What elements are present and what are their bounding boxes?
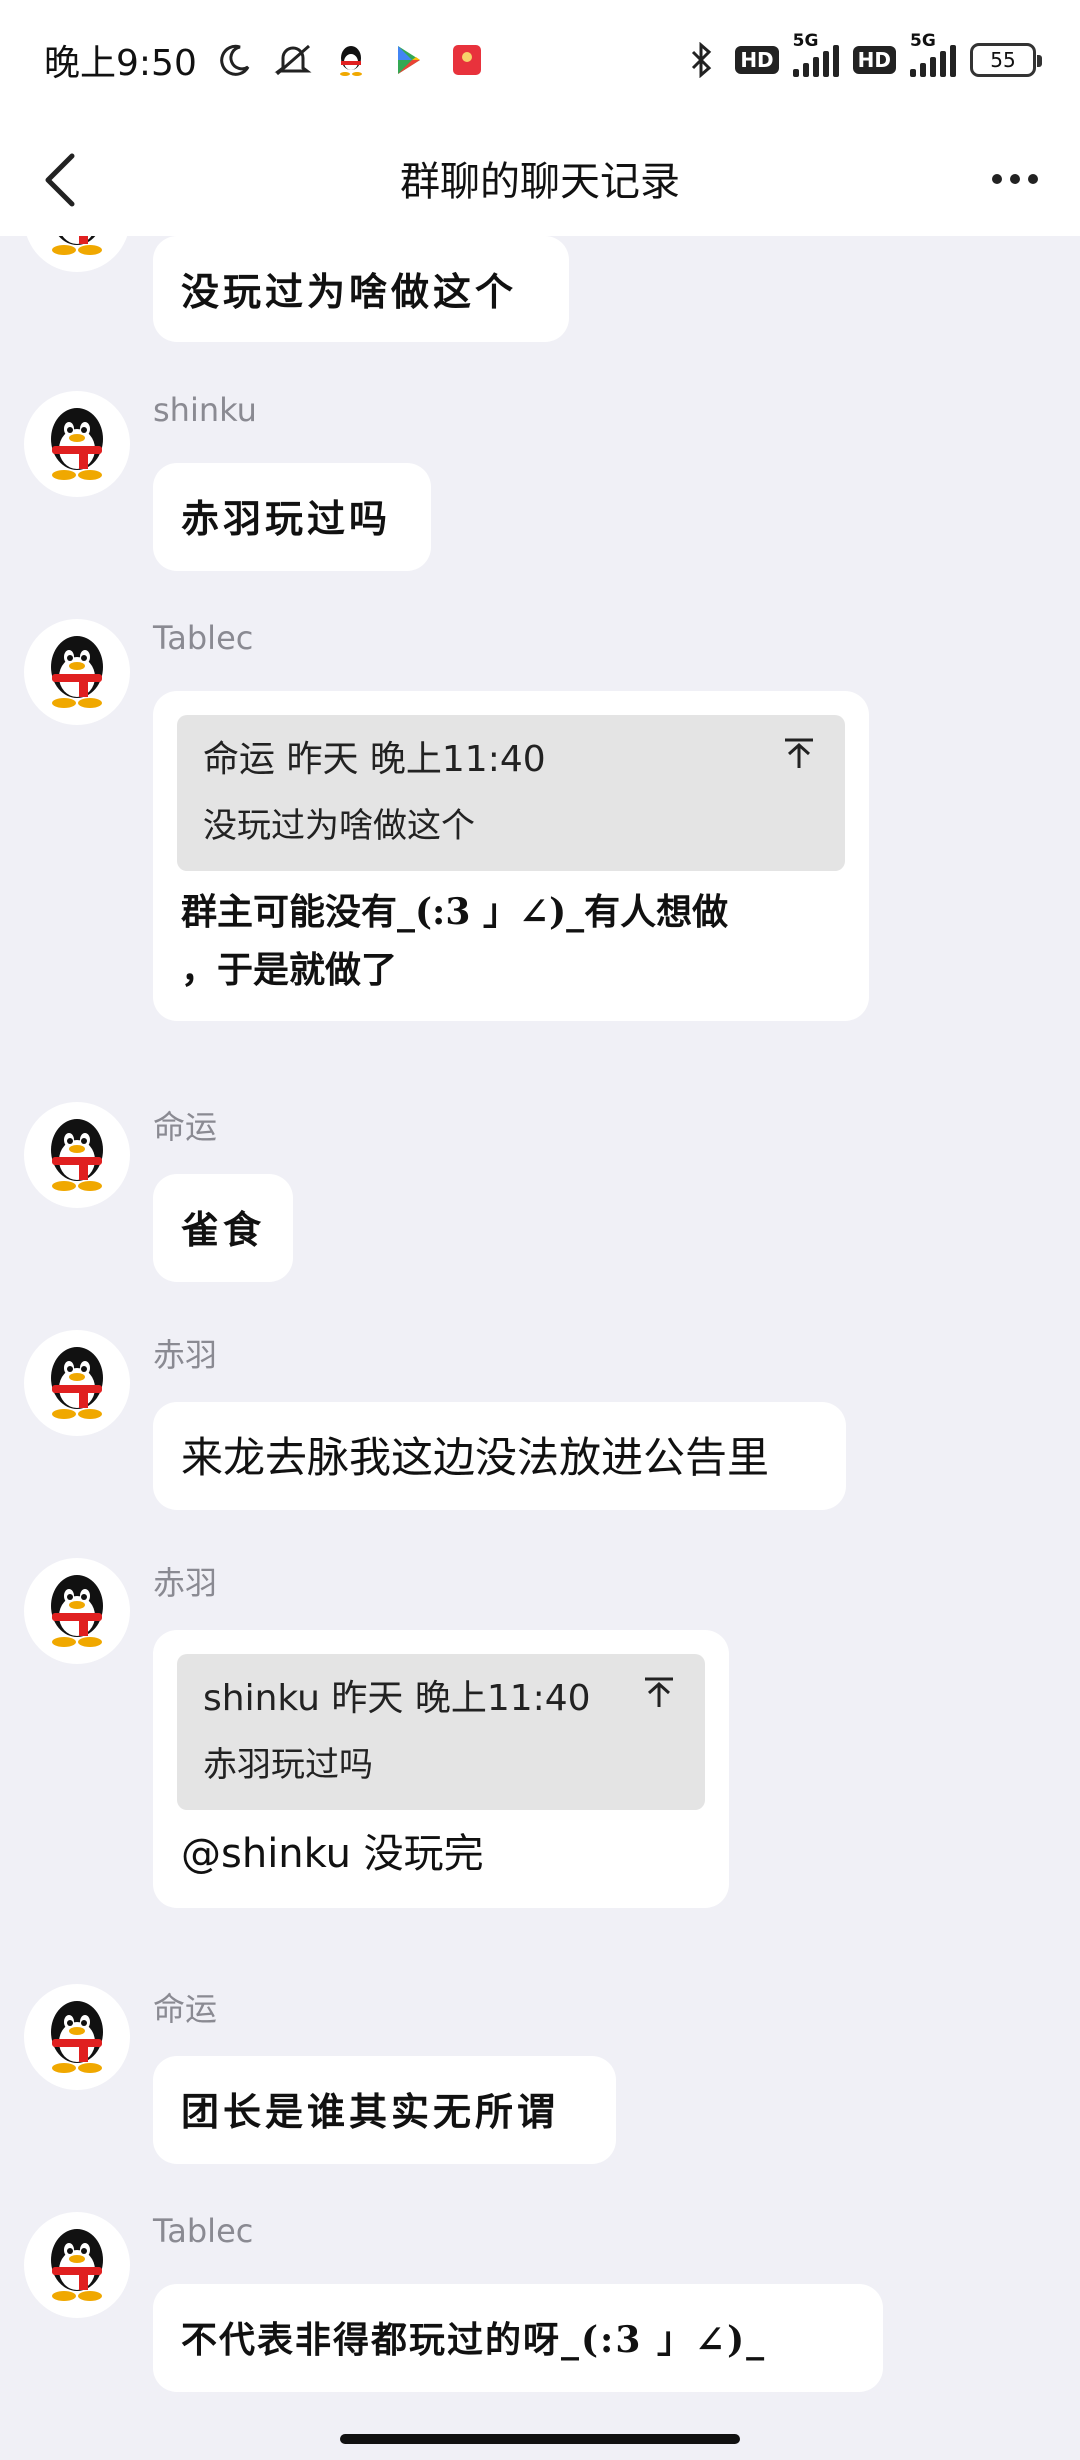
sender-name: Tablec — [153, 619, 254, 657]
battery-icon: 55 — [970, 43, 1042, 77]
message-bubble[interactable]: 赤羽玩过吗 — [153, 463, 431, 571]
mute-icon — [273, 40, 313, 80]
message-text: 不代表非得都玩过的呀_(:3 」∠)_ — [181, 2319, 767, 2361]
avatar[interactable] — [24, 1984, 130, 2090]
message-text: 团长是谁其实无所谓 — [181, 2089, 560, 2134]
home-indicator[interactable] — [340, 2434, 740, 2444]
message-bubble[interactable]: 团长是谁其实无所谓 — [153, 2056, 616, 2164]
message-bubble[interactable]: 不代表非得都玩过的呀_(:3 」∠)_ — [153, 2284, 883, 2392]
sender-name: shinku — [153, 391, 257, 429]
message-bubble[interactable]: 雀食 — [153, 1174, 293, 1282]
avatar[interactable] — [24, 619, 130, 725]
qq-penguin-icon — [51, 636, 103, 708]
status-bar: 晚上9:50 HD 5G HD 5G 55 — [0, 0, 1080, 120]
qq-penguin-icon — [51, 2229, 103, 2301]
message-bubble[interactable]: 没玩过为啥做这个 — [153, 236, 569, 342]
avatar[interactable] — [24, 1102, 130, 1208]
qq-icon — [331, 40, 371, 80]
message-text: @shinku 没玩完 — [181, 1831, 484, 1877]
qq-penguin-icon — [51, 1119, 103, 1191]
battery-level: 55 — [990, 48, 1016, 72]
nav-bar: 群聊的聊天记录 — [0, 120, 1080, 236]
sender-name: 命运 — [153, 1990, 218, 2028]
quote-header: shinku 昨天 晚上11:40 — [203, 1678, 591, 1719]
qq-penguin-icon — [51, 408, 103, 480]
quote-text: 赤羽玩过吗 — [203, 1745, 373, 1785]
status-time: 晚上9:50 — [44, 43, 197, 84]
more-dot — [1010, 174, 1020, 184]
sender-name: 赤羽 — [153, 1336, 218, 1374]
qq-penguin-icon — [52, 236, 102, 255]
more-dot — [992, 174, 1002, 184]
qq-penguin-icon — [51, 1347, 103, 1419]
qq-penguin-icon — [51, 2001, 103, 2073]
quote-text: 没玩过为啥做这个 — [203, 806, 475, 846]
quoted-message[interactable]: shinku 昨天 晚上11:40 赤羽玩过吗 — [177, 1654, 705, 1810]
network-type: 5G — [792, 31, 819, 51]
hd-badge: HD — [735, 46, 779, 74]
hd-badge-2: HD — [852, 46, 896, 74]
chat-history[interactable]: 没玩过为啥做这个 shinku 赤羽玩过吗 Tablec 命运 昨天 晚上11:… — [0, 236, 1080, 2460]
moon-icon — [215, 40, 255, 80]
quote-header: 命运 昨天 晚上11:40 — [203, 739, 546, 780]
more-button[interactable] — [980, 154, 1050, 204]
play-store-icon — [389, 40, 429, 80]
signal-icon: 5G — [792, 31, 839, 77]
qq-penguin-icon — [51, 1575, 103, 1647]
bluetooth-icon — [681, 40, 721, 80]
message-bubble[interactable]: 来龙去脉我这边没法放进公告里 — [153, 1402, 846, 1510]
back-button[interactable] — [30, 150, 90, 210]
jump-to-message-icon[interactable] — [779, 733, 819, 773]
red-packet-icon — [447, 40, 487, 80]
message-text: 没玩过为啥做这个 — [181, 269, 518, 314]
message-bubble[interactable]: 命运 昨天 晚上11:40 没玩过为啥做这个 群主可能没有_(:3 」∠)_有人… — [153, 691, 869, 1021]
avatar[interactable] — [24, 1330, 130, 1436]
network-type-2: 5G — [910, 31, 936, 51]
quoted-message[interactable]: 命运 昨天 晚上11:40 没玩过为啥做这个 — [177, 715, 845, 871]
status-left: 晚上9:50 — [44, 34, 487, 86]
chevron-left-icon — [45, 153, 75, 207]
avatar[interactable] — [24, 391, 130, 497]
more-dot — [1028, 174, 1038, 184]
jump-to-message-icon[interactable] — [639, 1672, 679, 1712]
signal-icon-2: 5G — [910, 31, 956, 77]
sender-name: 命运 — [153, 1108, 218, 1146]
avatar[interactable] — [24, 1558, 130, 1664]
avatar[interactable] — [24, 2212, 130, 2318]
message-bubble[interactable]: shinku 昨天 晚上11:40 赤羽玩过吗 @shinku 没玩完 — [153, 1630, 729, 1908]
page-title: 群聊的聊天记录 — [400, 159, 680, 205]
status-right: HD 5G HD 5G 55 — [681, 31, 1042, 80]
sender-name: 赤羽 — [153, 1564, 218, 1602]
avatar[interactable] — [24, 236, 130, 272]
sender-name: Tablec — [153, 2212, 254, 2250]
message-text: 赤羽玩过吗 — [181, 496, 392, 541]
message-text: 雀食 — [181, 1207, 266, 1252]
message-text: 群主可能没有_(:3 」∠)_有人想做 ，于是就做了 — [181, 891, 729, 991]
message-text: 来龙去脉我这边没法放进公告里 — [181, 1433, 770, 1482]
